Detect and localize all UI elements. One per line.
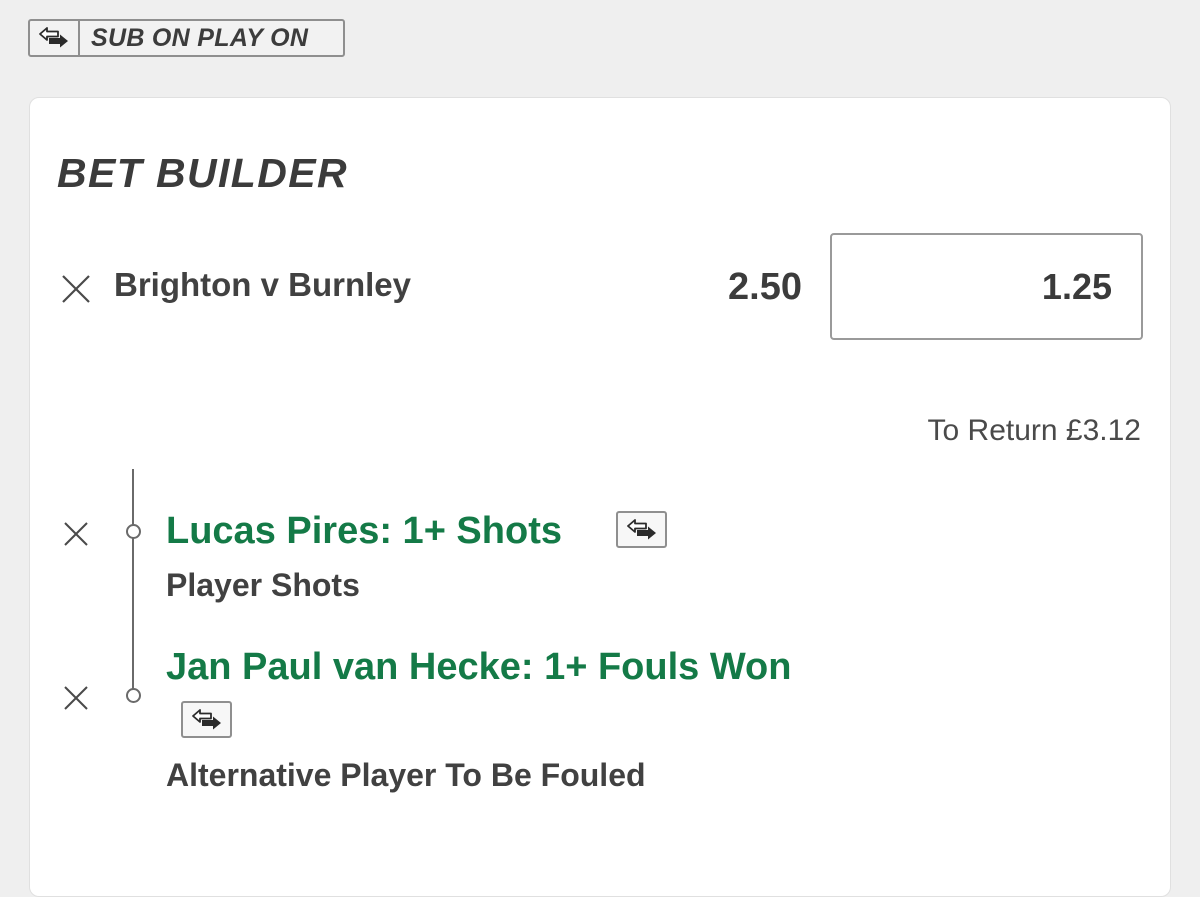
selection-name: Lucas Pires: 1+ Shots: [166, 510, 562, 552]
remove-bet-close-icon[interactable]: [61, 274, 91, 304]
stake-input[interactable]: 1.25: [830, 233, 1143, 340]
market-name: Alternative Player To Be Fouled: [166, 757, 646, 793]
bet-builder-card: BET BUILDER Brighton v Burnley 2.50 1.25…: [29, 97, 1171, 897]
substitution-arrows-icon: [30, 21, 80, 55]
remove-selection-close-icon[interactable]: [63, 521, 89, 547]
odds-value: 2.50: [728, 266, 802, 308]
timeline-dot: [125, 688, 141, 703]
to-return-text: To Return £3.12: [927, 414, 1141, 447]
selection-name: Jan Paul van Hecke: 1+ Fouls Won: [166, 646, 792, 688]
sub-on-play-on-badge: SUB ON PLAY ON: [28, 19, 345, 57]
event-name: Brighton v Burnley: [114, 266, 412, 303]
selection-timeline: [132, 469, 134, 694]
substitution-arrows-icon: [181, 701, 232, 738]
sub-on-play-on-label: SUB ON PLAY ON: [91, 23, 309, 52]
remove-selection-close-icon[interactable]: [63, 685, 89, 711]
bet-builder-title: BET BUILDER: [57, 150, 349, 196]
substitution-arrows-icon: [616, 511, 667, 548]
timeline-dot: [125, 524, 141, 539]
market-name: Player Shots: [166, 567, 360, 603]
